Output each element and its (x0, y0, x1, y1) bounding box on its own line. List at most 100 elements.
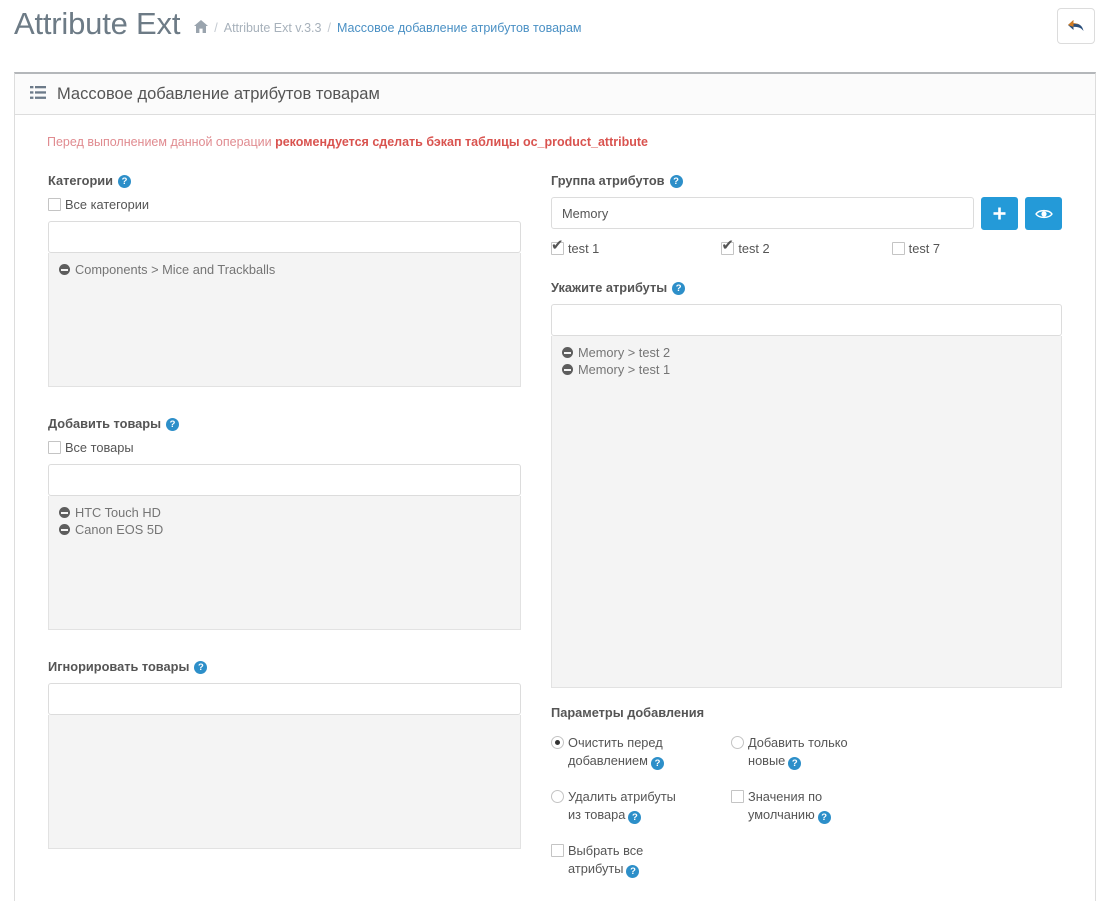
help-icon[interactable]: ? (628, 811, 642, 824)
list-item-label: Memory > test 1 (578, 362, 671, 377)
categories-list[interactable]: Components > Mice and Trackballs (48, 253, 521, 387)
help-icon[interactable]: ? (788, 757, 802, 770)
list-item[interactable]: Components > Mice and Trackballs (49, 261, 520, 278)
attribute-checkbox-test7[interactable] (891, 242, 905, 255)
all-products-checkbox[interactable] (48, 441, 61, 454)
add-products-label-row: Добавить товары ? (48, 416, 521, 431)
radio-label: Удалить атрибуты из товара? (568, 789, 676, 824)
attributes-input[interactable] (551, 304, 1062, 336)
help-icon[interactable]: ? (817, 811, 831, 824)
radio-add-new-only[interactable]: Добавить только новые? (731, 734, 911, 770)
list-icon (30, 86, 46, 102)
checkbox-default-values[interactable]: Значения по умолчанию? (731, 788, 911, 824)
attribute-checkbox-label: test 7 (908, 241, 940, 256)
eye-icon (1034, 209, 1053, 218)
radio-input[interactable] (551, 790, 564, 803)
warning-prefix: Перед выполнением данной операции (47, 135, 276, 149)
ignore-products-input[interactable] (48, 683, 521, 715)
list-item-label: Components > Mice and Trackballs (75, 262, 276, 277)
list-item[interactable]: Memory > test 2 (552, 344, 1061, 361)
radio-input[interactable] (731, 736, 744, 749)
page-title: Attribute Ext (14, 6, 181, 41)
help-icon[interactable]: ? (118, 175, 131, 188)
minus-circle-icon[interactable] (59, 524, 70, 535)
all-products-label: Все товары (65, 440, 134, 455)
breadcrumb-item-version[interactable]: Attribute Ext v.3.3 (224, 21, 322, 35)
panel-heading: Массовое добавление атрибутов товарам (15, 74, 1095, 115)
attribute-checkbox-row[interactable]: test 1 (551, 238, 721, 256)
list-item[interactable]: Canon EOS 5D (49, 521, 520, 538)
add-products-list[interactable]: HTC Touch HD Canon EOS 5D (48, 496, 521, 630)
attribute-checkbox-row[interactable]: test 7 (891, 241, 1062, 256)
left-column: Категории ? Все категории Components > M… (33, 173, 536, 901)
minus-circle-icon[interactable] (562, 364, 573, 375)
warning-strong: рекомендуется сделать бэкап таблицы oc_p… (275, 135, 648, 149)
ignore-products-label-row: Игнорировать товары ? (48, 659, 521, 674)
checkbox-label: Выбрать все атрибуты? (568, 843, 644, 878)
attribute-group-label: Группа атрибутов (551, 173, 665, 188)
attribute-checkbox-test1[interactable] (551, 238, 564, 255)
minus-circle-icon[interactable] (59, 507, 70, 518)
list-item[interactable]: HTC Touch HD (49, 504, 520, 521)
checkbox-label: Значения по умолчанию? (748, 788, 868, 824)
attribute-checkbox-row[interactable]: test 2 (721, 238, 891, 256)
params-grid: Очистить перед добавлением? Добавить тол… (551, 734, 1062, 896)
home-icon[interactable] (194, 20, 209, 35)
list-item[interactable]: Memory > test 1 (552, 361, 1061, 378)
panel-title: Массовое добавление атрибутов товарам (57, 84, 380, 103)
attribute-checkbox-label: test 2 (738, 241, 770, 256)
page-header: Attribute Ext / Attribute Ext v.3.3 / Ма… (0, 0, 1109, 59)
params-title: Параметры добавления (551, 705, 705, 720)
categories-input[interactable] (48, 221, 521, 253)
header-left: Attribute Ext / Attribute Ext v.3.3 / Ма… (14, 0, 582, 44)
backup-warning: Перед выполнением данной операции рекоме… (47, 135, 1077, 149)
list-item-label: Canon EOS 5D (75, 522, 164, 537)
plus-icon (993, 207, 1006, 220)
help-icon[interactable]: ? (650, 757, 664, 770)
attribute-group-input[interactable] (551, 197, 974, 229)
all-categories-checkbox[interactable] (48, 198, 61, 211)
minus-circle-icon[interactable] (59, 264, 70, 275)
view-attribute-group-button[interactable] (1025, 197, 1062, 230)
breadcrumb-separator-1: / (214, 20, 218, 35)
help-icon[interactable]: ? (166, 418, 180, 431)
ignore-products-list[interactable] (48, 715, 521, 849)
help-icon[interactable]: ? (626, 865, 640, 878)
list-item-label: HTC Touch HD (75, 505, 161, 520)
form-columns: Категории ? Все категории Components > M… (33, 173, 1077, 901)
add-products-label: Добавить товары (48, 416, 162, 431)
breadcrumb-item-current[interactable]: Массовое добавление атрибутов товарам (337, 21, 582, 35)
help-icon[interactable]: ? (194, 661, 208, 674)
attributes-label-row: Укажите атрибуты ? (551, 280, 1062, 295)
back-button[interactable] (1057, 8, 1095, 44)
add-products-input[interactable] (48, 464, 521, 496)
all-categories-label: Все категории (65, 197, 150, 212)
right-column: Группа атрибутов ? Memory ✔ test 1 ✔ tes… (536, 173, 1077, 901)
radio-label: Добавить только новые? (748, 735, 848, 770)
breadcrumb-separator-2: / (327, 20, 331, 35)
radio-remove-attributes[interactable]: Удалить атрибуты из товара? (551, 788, 731, 824)
help-icon[interactable]: ? (669, 175, 683, 188)
checkbox-select-all-attributes[interactable]: Выбрать все атрибуты? (551, 842, 731, 878)
radio-clear-before-add[interactable]: Очистить перед добавлением? (551, 734, 731, 770)
breadcrumb: / Attribute Ext v.3.3 / Массовое добавле… (194, 20, 582, 35)
panel-body: Перед выполнением данной операции рекоме… (15, 115, 1095, 901)
all-products-checkbox-row[interactable]: Все товары (48, 440, 521, 455)
ignore-products-label: Игнорировать товары (48, 659, 190, 674)
radio-label: Очистить перед добавлением? (568, 735, 664, 770)
back-arrow-icon (1067, 20, 1083, 31)
radio-input[interactable] (551, 736, 564, 749)
add-attribute-group-button[interactable] (981, 197, 1018, 230)
attribute-checkbox-label: test 1 (568, 241, 600, 256)
categories-label-row: Категории ? (48, 173, 521, 188)
attributes-label: Укажите атрибуты (551, 280, 668, 295)
checkbox-input[interactable] (551, 844, 564, 857)
attribute-group-label-row: Группа атрибутов ? (551, 173, 1062, 188)
help-icon[interactable]: ? (672, 282, 686, 295)
all-categories-checkbox-row[interactable]: Все категории (48, 197, 521, 212)
attributes-list[interactable]: Memory > test 2 Memory > test 1 (551, 336, 1062, 688)
checkbox-input[interactable] (731, 790, 744, 803)
attribute-checkbox-test2[interactable] (721, 238, 735, 255)
minus-circle-icon[interactable] (562, 347, 573, 358)
attribute-group-row (551, 197, 1062, 230)
